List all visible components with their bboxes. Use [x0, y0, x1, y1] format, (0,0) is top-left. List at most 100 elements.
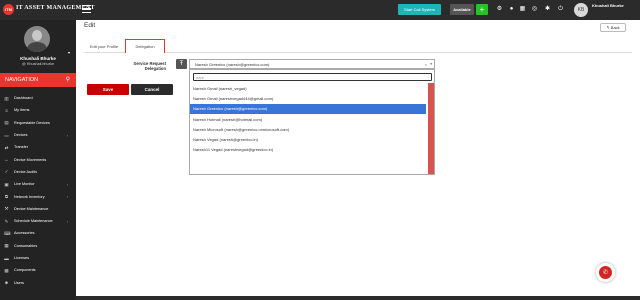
chat-support-button[interactable]: ✆	[596, 263, 615, 282]
availability-status-button[interactable]: Available	[450, 4, 474, 15]
sidebar-item-label: Dashboard	[14, 96, 33, 101]
delegation-select[interactable]: Naresh Greenlco (naresh@greenlco.com) × …	[189, 59, 435, 69]
audit-icon: ✓	[4, 169, 9, 175]
dropdown-scrollbar[interactable]	[428, 83, 434, 174]
dropdown-option[interactable]: Naresh Gmail (nareshvegad444@gmail.com)	[190, 93, 426, 103]
movement-icon: ↔	[4, 157, 9, 163]
sidebar-item-label: Device Maintenance	[14, 206, 49, 211]
dropdown-option[interactable]: Naresh Greenlco (naresh@greenlco.com)	[190, 103, 426, 114]
grid-icon[interactable]: ▦	[519, 6, 526, 13]
nav-list: ▥ Dashboard ☺ My Items ▤ Requestable Devices ▭…	[0, 92, 76, 289]
profile-handle: @ Khushali.bhurke	[21, 62, 55, 66]
dropdown-search-input[interactable]: nare	[193, 73, 432, 81]
dropdown-option[interactable]: Naresh Microsoft (naresh@greenlco.onmicr…	[190, 124, 426, 134]
sidebar-item-consumables[interactable]: ▦ Consumables	[0, 240, 76, 252]
components-icon: ▩	[4, 267, 9, 273]
settings-icon[interactable]: ✱	[544, 6, 551, 13]
search-text: nare	[196, 74, 205, 80]
tab-bar: Edit your Profile Delegation	[84, 39, 632, 53]
sidebar-item-label: Schedule Maintenance	[14, 219, 53, 224]
cancel-button[interactable]: Cancel	[131, 84, 173, 95]
sidebar-item-components[interactable]: ▩ Components	[0, 264, 76, 276]
sidebar-item-label: Network Inventory	[14, 194, 45, 199]
delegation-dropdown: nare Naresh Gmail (naresh_vegad) Naresh G…	[189, 69, 435, 175]
dashboard-icon: ▥	[4, 95, 9, 101]
add-button[interactable]: +	[476, 4, 488, 15]
sidebar-item-label: Devices	[14, 133, 28, 138]
sidebar-item-device-maintenance[interactable]: ⚒ Device Maintenance	[0, 203, 76, 215]
sidebar-item-label: Consumables	[14, 243, 38, 248]
navigation-header: NAVIGATION ⚲	[0, 73, 76, 87]
sidebar-item-devices[interactable]: ▭ Devices ›	[0, 129, 76, 141]
sidebar-item-network-inventory[interactable]: ⧉ Network Inventory ›	[0, 190, 76, 202]
dropdown-options: Naresh Gmail (naresh_vegad) Naresh Gmail …	[190, 83, 426, 155]
search-icon[interactable]: ⚲	[66, 76, 70, 83]
sidebar-item-label: My Items	[14, 108, 30, 113]
chevron-right-icon: ›	[66, 194, 68, 200]
dropdown-option[interactable]: Naresh11 Vegad (nareshvegad@greenlco.in)	[190, 145, 426, 155]
transfer-icon: ⇄	[4, 144, 9, 150]
sidebar-item-requestable-devices[interactable]: ▤ Requestable Devices	[0, 117, 76, 129]
sidebar-item-dashboard[interactable]: ▥ Dashboard	[0, 92, 76, 104]
sidebar-item-users[interactable]: ☻ Users	[0, 276, 76, 288]
profile-avatar	[24, 26, 50, 52]
maintenance-icon: ⚒	[4, 206, 9, 212]
chevron-right-icon: ›	[66, 181, 68, 187]
profile-name: Khushali Bhurke	[20, 56, 56, 61]
chevron-down-icon[interactable]: ▾	[430, 62, 432, 66]
top-user-name[interactable]: Khushali Bhurke	[592, 3, 624, 8]
start-call-system-button[interactable]: Start Call System	[398, 4, 441, 15]
user-icon: ☺	[4, 107, 9, 113]
sidebar-item-accessories[interactable]: ⌨ Accessories	[0, 227, 76, 239]
chevron-right-icon: ›	[66, 132, 68, 138]
text-format-icon: Ŧ	[176, 59, 187, 69]
sidebar-item-label: Live Monitor	[14, 182, 35, 187]
sidebar-item-licenses[interactable]: ▬ Licenses	[0, 252, 76, 264]
top-bar: ITM IT ASSET MANAGEMENT Start Call Syste…	[0, 0, 640, 20]
avatar-initials: KB	[577, 7, 585, 13]
sidebar-item-label: Components	[14, 268, 36, 273]
sidebar-item-device-audits[interactable]: ✓ Device Audits	[0, 166, 76, 178]
sidebar-item-schedule-maintenance[interactable]: ✎ Schedule Maintenance ›	[0, 215, 76, 227]
dropdown-option[interactable]: Naresh Vegad (naresh@greenlco.in)	[190, 134, 426, 144]
globe-icon[interactable]: ◎	[531, 6, 538, 13]
devices-icon: ▭	[4, 132, 9, 138]
app-logo: ITM	[3, 4, 14, 15]
user-avatar[interactable]: KB	[574, 3, 588, 17]
clear-icon[interactable]: ×	[425, 62, 427, 67]
sidebar-item-transfer[interactable]: ⇄ Transfer	[0, 141, 76, 153]
main-content: Edit ↰ Back Edit your Profile Delegation…	[76, 20, 640, 300]
tab-delegation[interactable]: Delegation	[125, 39, 165, 53]
tab-edit-profile[interactable]: Edit your Profile	[84, 39, 124, 53]
hamburger-menu-icon[interactable]	[82, 5, 91, 13]
dropdown-option[interactable]: Naresh Hotmail (naresh@hotmail.com)	[190, 114, 426, 124]
monitor-icon: ▣	[4, 181, 9, 187]
chevron-right-icon: ›	[66, 218, 68, 224]
profile-menu-caret-icon[interactable]: ▾	[68, 50, 70, 55]
back-label: Back	[610, 25, 620, 30]
sidebar-item-label: Accessories	[14, 231, 35, 236]
bottom-bar	[76, 296, 640, 300]
consumables-icon: ▦	[4, 243, 9, 249]
sidebar-item-device-movements[interactable]: ↔ Device Movements	[0, 153, 76, 165]
navigation-title: NAVIGATION	[5, 77, 39, 83]
request-icon: ▤	[4, 120, 9, 126]
gear-icon[interactable]: ⚙	[496, 6, 503, 13]
back-button[interactable]: ↰ Back	[600, 23, 626, 32]
sidebar-item-label: Device Movements	[14, 157, 47, 162]
save-button[interactable]: Save	[87, 84, 129, 95]
sidebar-item-label: Device Audits	[14, 169, 38, 174]
delegation-label: Service Request Delegation	[133, 61, 166, 71]
sidebar: ▾ Khushali Bhurke @ Khushali.bhurke NAVI…	[0, 20, 76, 300]
sidebar-item-live-monitor[interactable]: ▣ Live Monitor ›	[0, 178, 76, 190]
sidebar-item-my-items[interactable]: ☺ My Items	[0, 104, 76, 116]
users-icon: ☻	[4, 280, 9, 286]
page-title: Edit	[84, 22, 96, 29]
power-icon[interactable]: ⏻	[557, 6, 564, 13]
bell-icon[interactable]: ●	[508, 6, 515, 13]
network-icon: ⧉	[4, 194, 9, 200]
accessories-icon: ⌨	[4, 230, 11, 236]
sidebar-item-label: Transfer	[14, 145, 28, 150]
dropdown-option[interactable]: Naresh Gmail (naresh_vegad)	[190, 83, 426, 93]
license-icon: ▬	[4, 255, 9, 261]
